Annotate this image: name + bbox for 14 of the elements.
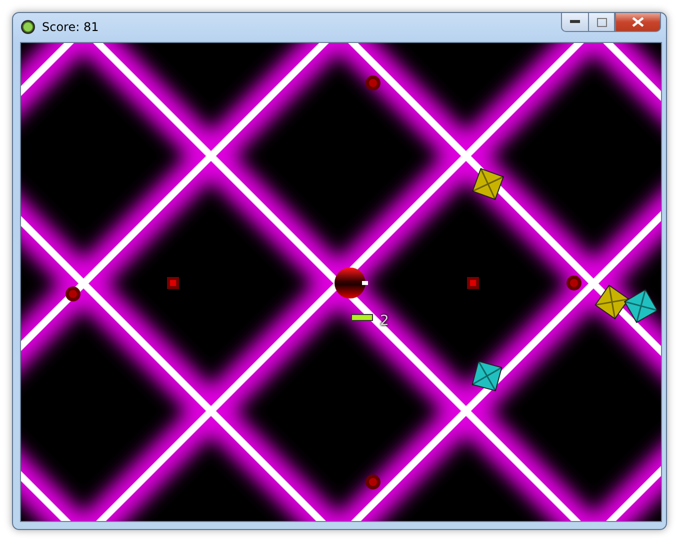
minimize-button[interactable] — [561, 13, 588, 32]
close-icon — [632, 17, 644, 27]
maximize-icon — [596, 18, 606, 26]
minimize-icon — [570, 20, 580, 24]
close-button[interactable] — [615, 13, 661, 32]
square-marker-icon — [167, 276, 179, 289]
mine-icon — [65, 286, 81, 302]
mine-icon — [566, 274, 582, 291]
maximize-button[interactable] — [588, 13, 615, 32]
square-marker-icon — [467, 276, 479, 289]
mine-icon — [365, 474, 381, 490]
window-title: Score: 81 — [42, 20, 100, 34]
mine-icon — [365, 74, 381, 91]
player-ball-icon — [334, 266, 368, 300]
